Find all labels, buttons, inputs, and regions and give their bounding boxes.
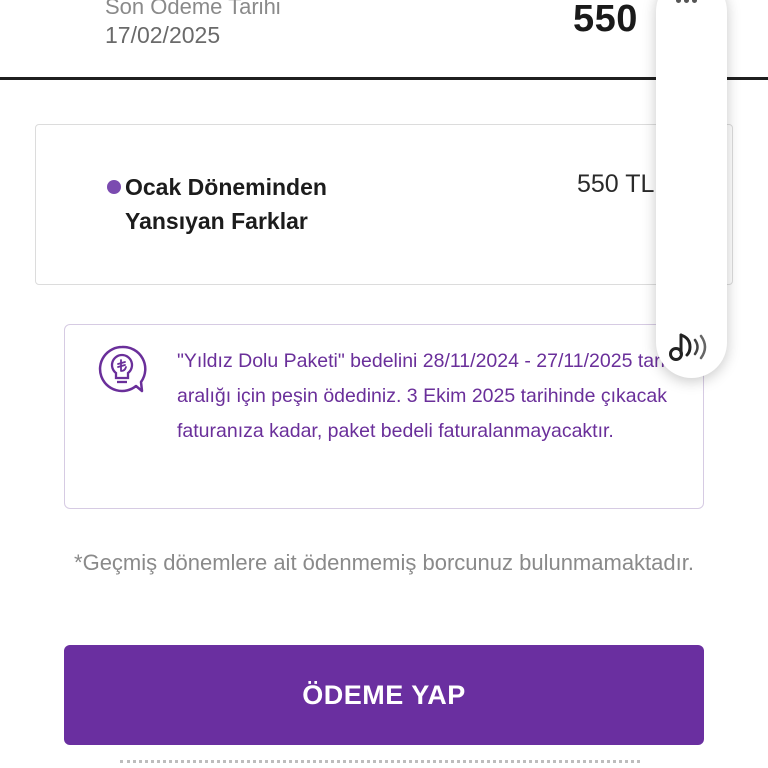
clipped-footer-text	[120, 760, 640, 764]
bill-summary-header: Son Ödeme Tarihi 17/02/2025 550	[0, 0, 768, 80]
bullet-dot	[107, 180, 121, 194]
due-date-label: Son Ödeme Tarihi	[105, 0, 281, 19]
lightbulb-lira-icon	[98, 345, 147, 393]
total-amount: 550	[573, 0, 638, 40]
due-date-value: 17/02/2025	[105, 22, 221, 48]
accessibility-side-panel[interactable]	[656, 0, 727, 378]
pay-button[interactable]: ÖDEME YAP	[64, 645, 704, 745]
bill-item-title: Ocak Döneminden Yansıyan Farklar	[125, 174, 327, 234]
no-debt-note: *Geçmiş dönemlere ait ödenmemiş borcunuz…	[74, 550, 694, 575]
audio-read-aloud-icon[interactable]	[667, 327, 717, 367]
package-info-text: "Yıldız Dolu Paketi" bedelini 28/11/2024…	[177, 350, 676, 442]
bill-item-amount: 550 TL	[577, 170, 655, 198]
